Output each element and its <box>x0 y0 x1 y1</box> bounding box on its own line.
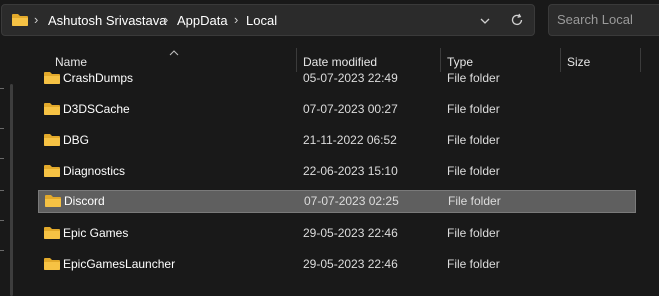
file-name: DBG <box>63 133 90 147</box>
file-type: File folder <box>447 226 500 240</box>
file-row-diagnostics[interactable]: Diagnostics 22-06-2023 15:10 File folder <box>38 160 636 183</box>
nav-marker <box>0 128 4 129</box>
search-placeholder: Search Local <box>557 12 633 27</box>
file-type: File folder <box>447 102 500 116</box>
refresh-icon[interactable] <box>510 13 524 32</box>
file-type: File folder <box>448 194 501 208</box>
address-bar[interactable]: › Ashutosh Srivastava › AppData › Local <box>1 4 535 36</box>
folder-icon <box>43 102 61 121</box>
chevron-down-icon[interactable] <box>479 14 491 32</box>
file-name: D3DSCache <box>63 102 130 116</box>
file-type: File folder <box>447 257 500 271</box>
folder-icon <box>11 13 29 32</box>
file-date-modified: 07-07-2023 02:25 <box>304 194 399 208</box>
file-type: File folder <box>447 133 500 147</box>
file-type: File folder <box>447 164 500 178</box>
breadcrumb-user[interactable]: Ashutosh Srivastava <box>48 13 167 29</box>
chevron-right-icon: › <box>234 12 239 27</box>
file-row-epicgameslauncher[interactable]: EpicGamesLauncher 29-05-2023 22:46 File … <box>38 253 636 276</box>
chevron-right-icon: › <box>164 12 169 27</box>
nav-marker <box>0 190 4 191</box>
folder-icon <box>43 71 61 90</box>
file-date-modified: 05-07-2023 22:49 <box>303 71 398 85</box>
folder-icon <box>43 164 61 183</box>
file-date-modified: 29-05-2023 22:46 <box>303 226 398 240</box>
file-name: Epic Games <box>63 226 129 240</box>
file-name: CrashDumps <box>63 71 134 85</box>
nav-marker <box>0 88 4 89</box>
file-row-epic-games[interactable]: Epic Games 29-05-2023 22:46 File folder <box>38 222 636 245</box>
folder-icon <box>43 133 61 152</box>
nav-scrollbar[interactable] <box>10 84 13 296</box>
file-row-d3dscache[interactable]: D3DSCache 07-07-2023 00:27 File folder <box>38 98 636 121</box>
file-name: Discord <box>64 194 105 208</box>
file-date-modified: 29-05-2023 22:46 <box>303 257 398 271</box>
folder-icon <box>43 226 61 245</box>
navigation-pane-edge <box>0 40 14 296</box>
column-divider[interactable] <box>640 48 641 72</box>
file-row-crashdumps[interactable]: CrashDumps 05-07-2023 22:49 File folder <box>38 67 636 90</box>
breadcrumb-appdata[interactable]: AppData <box>177 13 228 29</box>
file-name: Diagnostics <box>63 164 126 178</box>
file-date-modified: 21-11-2022 06:52 <box>303 133 397 147</box>
folder-icon <box>44 194 62 213</box>
file-name: EpicGamesLauncher <box>63 257 176 271</box>
file-type: File folder <box>447 71 500 85</box>
chevron-right-icon: › <box>34 12 39 27</box>
nav-marker <box>0 158 4 159</box>
breadcrumb-local[interactable]: Local <box>246 13 277 29</box>
search-input[interactable]: Search Local <box>548 4 659 36</box>
folder-icon <box>43 257 61 276</box>
nav-marker <box>0 220 4 221</box>
file-date-modified: 22-06-2023 15:10 <box>303 164 398 178</box>
file-row-dbg[interactable]: DBG 21-11-2022 06:52 File folder <box>38 129 636 152</box>
file-date-modified: 07-07-2023 00:27 <box>303 102 398 116</box>
nav-marker <box>0 250 4 251</box>
sort-up-icon <box>169 43 179 61</box>
file-row-discord[interactable]: Discord 07-07-2023 02:25 File folder <box>38 190 636 213</box>
